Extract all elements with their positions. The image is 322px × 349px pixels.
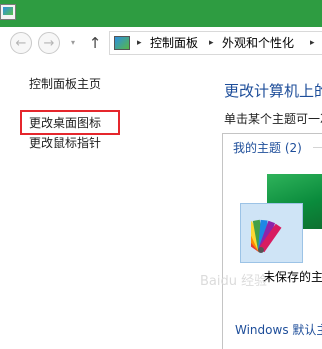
back-button[interactable]: ← [10,32,32,54]
color-palette-icon [251,219,282,253]
navigation-bar: ← → ▾ ↑ ▸ 控制面板 ▸ 外观和个性化 ▸ [0,27,322,60]
chevron-down-icon: ▾ [70,38,75,47]
page-title: 更改计算机上的 [224,82,322,100]
sidebar-item-change-mouse-pointer[interactable]: 更改鼠标指针 [29,134,101,151]
windows-default-themes-header[interactable]: Windows 默认主 [235,321,322,338]
watermark: Baidu 经验 [200,274,268,289]
sidebar [0,60,214,349]
sidebar-item-control-panel-home[interactable]: 控制面板主页 [29,75,101,92]
breadcrumb-separator-icon[interactable]: ▸ [209,37,214,49]
forward-button[interactable]: → [38,32,60,54]
unsaved-theme-tile[interactable] [240,203,303,263]
control-panel-icon [114,36,130,50]
page-description: 单击某个主题可一次 [224,112,322,126]
control-panel-icon[interactable] [0,4,16,20]
sidebar-item-change-desktop-icons[interactable]: 更改桌面图标 [29,114,101,131]
window-titlebar [0,0,322,27]
breadcrumb-separator-icon[interactable]: ▸ [310,37,315,49]
recent-locations-button[interactable]: ▾ [68,38,78,48]
breadcrumb-item[interactable]: 外观和个性化 [222,36,294,51]
my-themes-header[interactable]: 我的主题 (2) [233,139,302,156]
unsaved-theme-label[interactable]: 未保存的主 [263,268,322,285]
back-arrow-icon: ← [15,35,27,51]
breadcrumb-item[interactable]: 控制面板 [150,36,198,51]
theme-list[interactable]: 我的主题 (2) 未保存的主 Windows 默认主 [222,133,322,349]
up-button[interactable]: ↑ [86,32,104,54]
breadcrumb-separator-icon[interactable]: ▸ [137,37,142,49]
up-arrow-icon: ↑ [88,33,102,52]
forward-arrow-icon: → [43,35,55,51]
address-bar[interactable]: ▸ 控制面板 ▸ 外观和个性化 ▸ [109,31,322,55]
section-divider [313,147,322,148]
